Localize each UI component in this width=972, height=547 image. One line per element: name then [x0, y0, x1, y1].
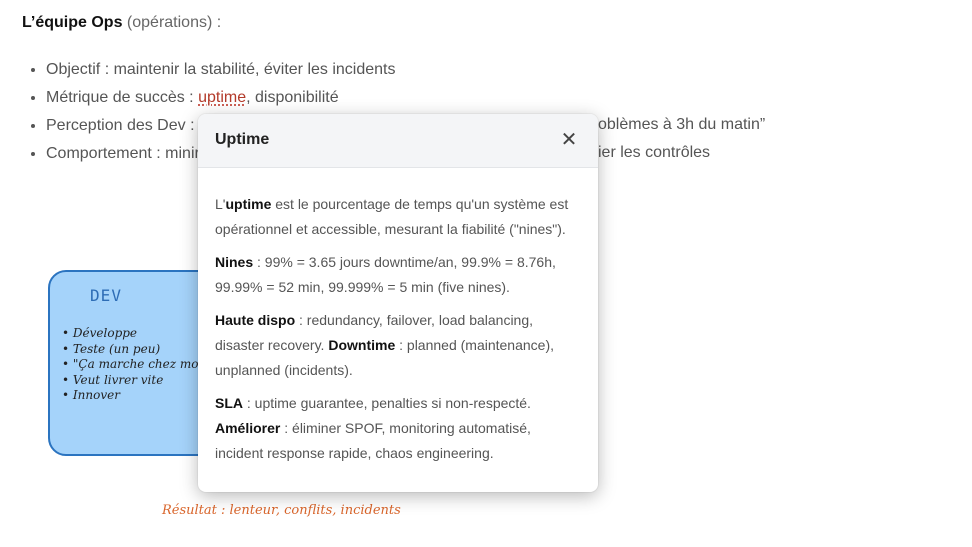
point-text: Métrique de succès : — [46, 89, 199, 106]
bold-term: Haute dispo — [215, 312, 296, 328]
glossary-modal: Uptime ✕ L'uptime est le pourcentage de … — [198, 114, 598, 492]
sketch-list: Développe Teste (un peu) "Ça marche chez… — [62, 326, 208, 404]
point-text: , disponibilité — [246, 89, 339, 106]
bold-term: Améliorer — [215, 420, 281, 436]
point-text: Perception des Dev : — [46, 117, 195, 134]
sketch-item: Innover — [62, 388, 208, 404]
modal-paragraph: SLA : uptime guarantee, penalties si non… — [215, 391, 581, 416]
bold-term: uptime — [225, 196, 272, 212]
point-text: Comportement : minir — [46, 145, 200, 162]
modal-body: L'uptime est le pourcentage de temps qu'… — [198, 168, 598, 466]
bold-term: SLA — [215, 395, 243, 411]
text: : 99% = 3.65 jours downtime/an, 99.9% = … — [215, 254, 556, 295]
sketch-item: "Ça marche chez moi" — [62, 357, 208, 373]
sketch-item: Développe — [62, 326, 208, 342]
text: L' — [215, 196, 226, 212]
bold-term: Nines — [215, 254, 254, 270]
list-item: Objectif : maintenir la stabilité, évite… — [46, 58, 395, 86]
modal-paragraph: L'uptime est le pourcentage de temps qu'… — [215, 192, 581, 242]
modal-paragraph: Haute dispo : redundancy, failover, load… — [215, 308, 581, 383]
close-icon[interactable]: ✕ — [558, 128, 580, 151]
modal-paragraph: Améliorer : éliminer SPOF, monitoring au… — [215, 416, 581, 466]
sketch-item: Teste (un peu) — [62, 342, 208, 358]
section-title: L’équipe Ops — [22, 14, 123, 31]
modal-paragraph: Nines : 99% = 3.65 jours downtime/an, 99… — [215, 250, 581, 300]
section-heading: L’équipe Ops (opérations) : — [22, 14, 221, 32]
modal-title: Uptime — [215, 131, 270, 148]
section-subtitle: (opérations) : — [126, 14, 222, 31]
point-text: Objectif : maintenir la stabilité, évite… — [46, 61, 396, 78]
sketch-title: DEV — [90, 286, 122, 305]
bold-term: Downtime — [328, 337, 396, 353]
sketch-item: Veut livrer vite — [62, 373, 208, 389]
text: : uptime guarantee, penalties si non-res… — [243, 395, 531, 411]
point-tail: oblèmes à 3h du matin” — [598, 116, 766, 133]
glossary-term-uptime[interactable]: uptime — [198, 89, 246, 106]
sketch-result: Résultat : lenteur, conflits, incidents — [162, 503, 401, 518]
point-tail: ier les contrôles — [598, 144, 711, 161]
modal-header: Uptime ✕ — [198, 114, 598, 168]
list-item: Métrique de succès : uptime, disponibili… — [46, 86, 395, 114]
